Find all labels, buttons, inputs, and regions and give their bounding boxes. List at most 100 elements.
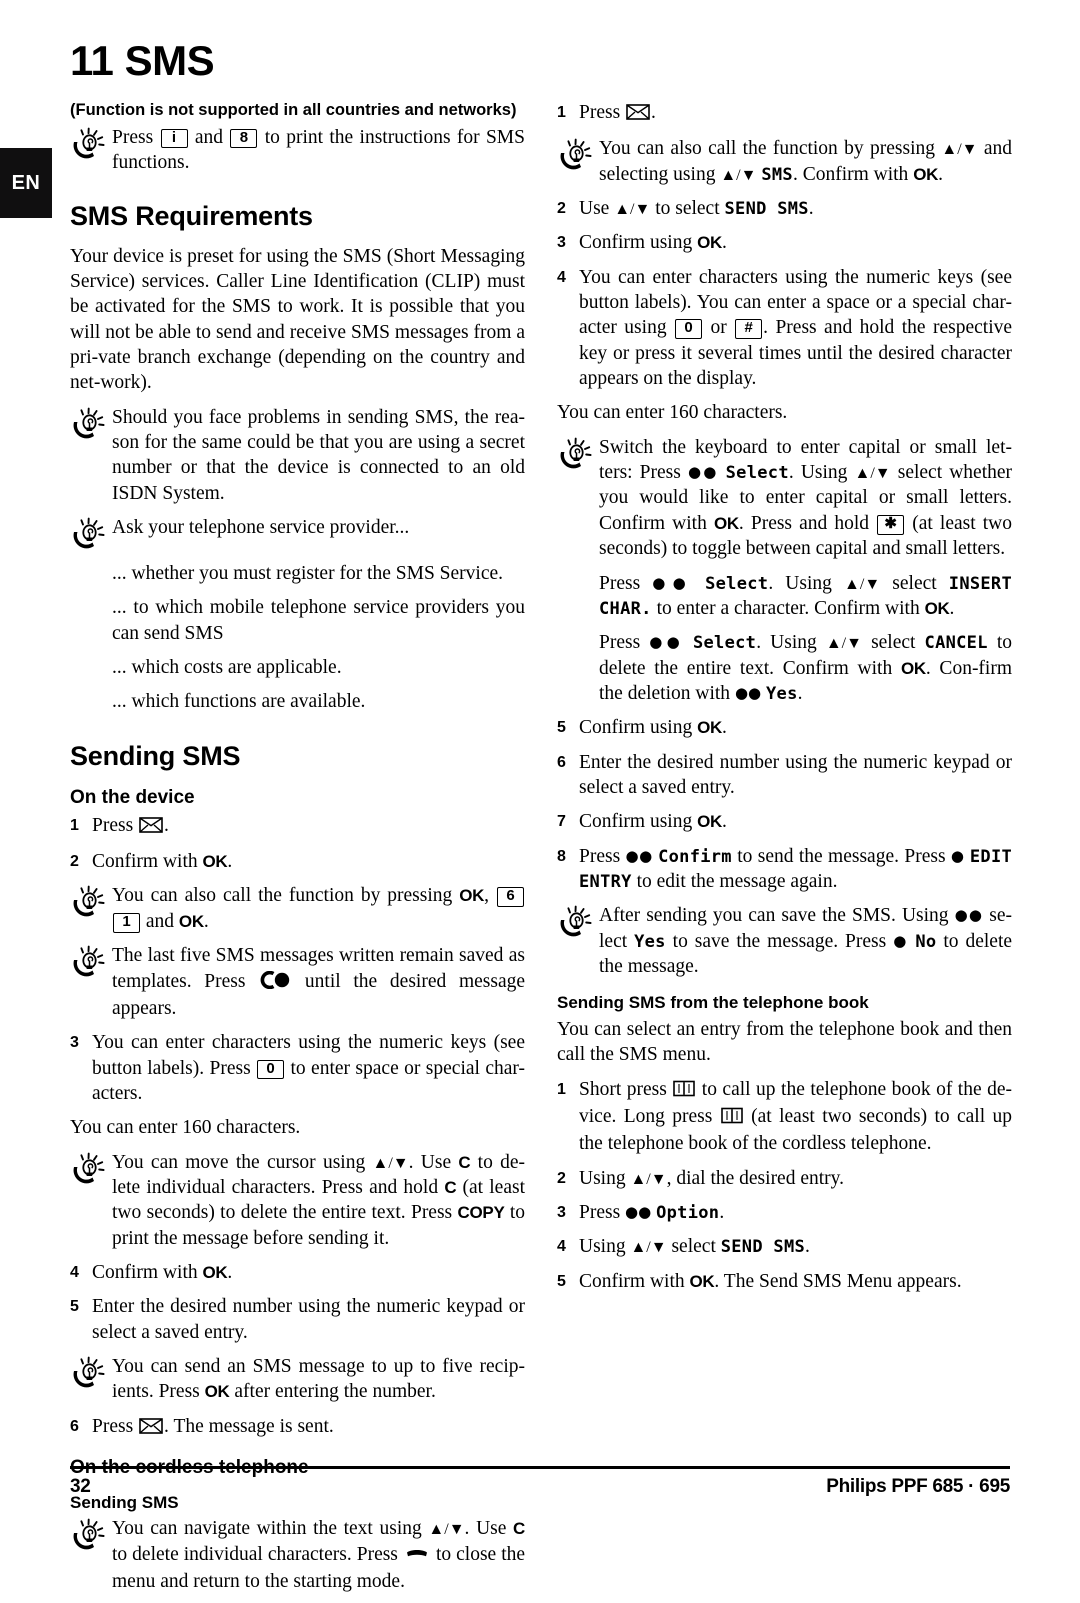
tip-bulb-icon	[70, 1354, 112, 1405]
step-number: 3	[70, 1034, 79, 1052]
key-8: 8	[230, 128, 258, 149]
tip-navigate-text: You can navigate within the text using ▲…	[70, 1516, 525, 1594]
step-text-before: Press	[579, 102, 621, 123]
tip-after-sending-text: After sending you can save the SMS. Usin…	[599, 903, 1012, 979]
tip-part-1: You can move the cursor using	[112, 1151, 366, 1173]
tip-switch-keyboard: Switch the keyboard to enter capital or …	[557, 435, 1012, 562]
tip-part-1: You can also call the function by pressi…	[599, 138, 936, 160]
envelope-icon	[626, 102, 650, 127]
step-text-after: .	[227, 851, 233, 873]
step-part-1: Press	[579, 845, 621, 867]
tip-bulb-icon	[70, 405, 112, 506]
hangup-icon	[404, 1544, 430, 1569]
tip-comma: ,	[484, 885, 490, 907]
key-ok: OK	[713, 513, 739, 533]
step-part-2: to send the message. Press	[737, 845, 946, 867]
cordless-step-4: 4 You can enter characters using the num…	[557, 265, 1012, 392]
key-ok: OK	[459, 886, 485, 906]
step-number: 5	[557, 719, 566, 737]
step-text: Enter the desired number using the numer…	[92, 1296, 525, 1343]
step-text: You can enter characters using the numer…	[92, 1030, 525, 1106]
cordless-step-6: 6 Enter the desired number using the num…	[557, 750, 1012, 801]
step-text: Use ▲/▼ to select SEND SMS.	[579, 196, 1012, 221]
requirement-bullet-1: ... to which mobile telephone service pr…	[112, 597, 525, 644]
key-ok: OK	[689, 1271, 715, 1291]
phonebook-step-4: 4 Using ▲/▼ select SEND SMS.	[557, 1234, 1012, 1259]
tip-bulb-icon	[70, 883, 112, 934]
step-number: 1	[557, 104, 566, 121]
step-number: 8	[557, 847, 566, 865]
display-label-sms: SMS	[761, 164, 793, 185]
tip-call-function-cordless: You can also call the function by pressi…	[557, 136, 1012, 187]
tip-switch-keyboard-text: Switch the keyboard to enter capital or …	[599, 435, 1012, 562]
step-part-2: , dial the desired entry.	[666, 1167, 845, 1189]
tip-part-4: . Press and hold	[738, 512, 870, 534]
tip-part-5: .	[949, 597, 955, 619]
cordless-step-8: 8 Press ●● Confirm to send the message. …	[557, 844, 1012, 895]
heading-sending-sms: Sending SMS	[70, 740, 241, 771]
step-text: Confirm with OK.	[92, 1260, 525, 1285]
step-text-after: . The Send SMS Menu appears.	[714, 1270, 962, 1292]
display-label-select: Select	[705, 573, 769, 594]
key-ok: OK	[697, 812, 722, 832]
step-text-before: Confirm using	[579, 717, 693, 739]
step-text: Enter the desired number using the numer…	[579, 751, 1012, 798]
key-ok: OK	[202, 852, 228, 872]
phonebook-icon	[720, 1106, 743, 1131]
chapter-note: (Function is not supported in all countr…	[70, 101, 517, 119]
step-number: 3	[557, 234, 566, 252]
step-number: 2	[557, 1169, 566, 1187]
step-text: Confirm with OK. The Send SMS Menu appea…	[579, 1269, 1012, 1294]
envelope-icon	[139, 1416, 163, 1441]
tip-templates-text: The last five SMS messages written remai…	[112, 943, 525, 1021]
tip-insert-char: Press ●● Select. Using ▲/▼ select INSERT…	[599, 571, 1012, 622]
phonebook-intro: You can select an entry from the telepho…	[557, 1018, 1012, 1066]
up-down-arrows-icon: ▲/▼	[630, 1239, 667, 1257]
key-ok: OK	[913, 164, 939, 184]
up-down-arrows-icon: ▲/▼	[825, 635, 862, 653]
phonebook-icon	[673, 1079, 696, 1104]
display-label-send-sms: SEND SMS	[724, 199, 809, 220]
up-down-arrows-icon: ▲/▼	[428, 1521, 465, 1539]
step-number: 5	[70, 1298, 79, 1316]
step-text: Press . The message is sent.	[92, 1414, 525, 1441]
tip-part-1: Press	[599, 572, 641, 594]
step-text: Using ▲/▼, dial the desired entry.	[579, 1166, 1012, 1191]
display-label-select: Select	[725, 463, 789, 484]
tip-part-2: after entering the number.	[234, 1381, 436, 1403]
device-step-3: 3 You can enter characters using the num…	[70, 1030, 525, 1106]
tip-part-2: . Use	[408, 1151, 452, 1173]
step-text: Confirm with OK.	[92, 849, 525, 874]
step-part-3: .	[808, 198, 814, 220]
tip-print-middle: and	[194, 126, 224, 148]
step-part-1: Using	[579, 1167, 626, 1189]
step-number: 6	[70, 1417, 79, 1435]
key-ok: OK	[202, 1262, 228, 1282]
softkey-double-dot-icon: ●●	[649, 633, 684, 652]
requirement-bullet-2: ... which costs are applicable.	[112, 657, 342, 679]
device-step-2: 2 Confirm with OK.	[70, 849, 525, 874]
tip-print-instructions: Press i and 8 to print the instructions …	[70, 125, 525, 176]
softkey-single-dot-icon: ●	[950, 846, 965, 865]
step-text: Using ▲/▼ select SEND SMS.	[579, 1234, 1012, 1259]
tip-bulb-icon	[70, 943, 112, 1021]
requirement-bullet-3: ... which functions are available.	[112, 691, 366, 713]
step-number: 7	[557, 813, 566, 831]
up-down-arrows-icon: ▲/▼	[630, 1170, 667, 1188]
step-text: Short press to call up the telephone boo…	[579, 1077, 1012, 1157]
key-copy: COPY	[457, 1203, 505, 1223]
step-part-1: Use	[579, 198, 610, 220]
language-tab-label: EN	[11, 171, 41, 194]
tip-part-4: to enter a character. Confirm with	[656, 597, 920, 619]
key-star: ✱	[877, 514, 905, 535]
phonebook-step-5: 5 Confirm with OK. The Send SMS Menu app…	[557, 1269, 1012, 1294]
tip-part-3: . Confirm with	[792, 163, 909, 185]
note-160-characters: You can enter 160 characters.	[70, 1117, 301, 1139]
tip-print-text: Press i and 8 to print the instructions …	[112, 125, 525, 176]
step-number: 5	[557, 1272, 566, 1290]
tip-part-3: to save the message. Press	[672, 930, 887, 952]
step-text-after: .	[722, 232, 727, 254]
tip-bulb-icon	[70, 515, 112, 552]
tip-ask-provider-text: Ask your telephone service provider...	[112, 516, 410, 538]
tip-print-before: Press	[112, 126, 154, 148]
